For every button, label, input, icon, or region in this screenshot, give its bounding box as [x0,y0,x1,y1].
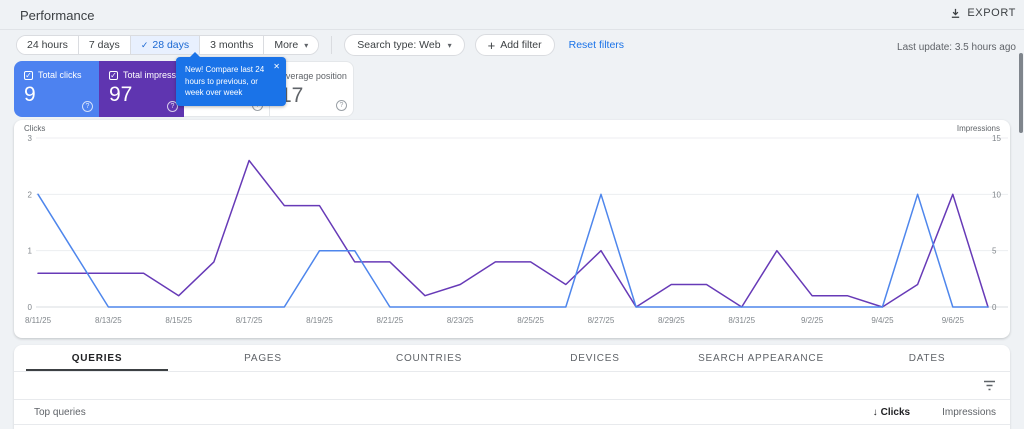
svg-text:15: 15 [992,134,1001,143]
svg-text:8/23/25: 8/23/25 [447,316,474,325]
svg-text:8/11/25: 8/11/25 [25,316,52,325]
dimensions-panel: QUERIES PAGES COUNTRIES DEVICES SEARCH APPEA… [14,345,1010,429]
tab-devices[interactable]: DEVICES [512,345,678,371]
svg-text:0: 0 [28,303,33,312]
svg-text:8/21/25: 8/21/25 [377,316,404,325]
svg-text:1: 1 [28,247,33,256]
date-range-label: 3 months [210,39,254,51]
page-title: Performance [20,8,95,23]
top-header: Performance EXPORT [0,0,1024,30]
search-type-label: Search type: Web [357,39,441,51]
tab-countries[interactable]: COUNTRIES [346,345,512,371]
export-label: EXPORT [967,7,1016,19]
card-total-clicks[interactable]: ✓ Total clicks 9? [14,61,99,117]
tab-queries[interactable]: QUERIES [14,345,180,371]
add-filter-label: Add filter [500,39,542,51]
checkbox-checked-icon[interactable]: ✓ [109,70,118,80]
card-label: Total clicks [38,70,82,80]
tooltip-text: New! Compare last 24 hours to previous, … [185,65,265,98]
add-filter-button[interactable]: + Add filter [474,34,555,56]
dimension-tabs: QUERIES PAGES COUNTRIES DEVICES SEARCH APPEA… [14,345,1010,372]
sort-descending-icon: ↓ [872,406,878,418]
date-range-label: More [274,39,299,51]
check-icon: ✓ [140,39,149,50]
svg-text:8/15/25: 8/15/25 [165,316,192,325]
top-queries-header: Top queries [34,406,86,418]
svg-text:10: 10 [992,190,1001,199]
tab-dates[interactable]: DATES [844,345,1010,371]
svg-text:2: 2 [28,190,33,199]
table-header-row: Top queries ↓ Clicks Impressions [14,399,1010,425]
svg-text:5: 5 [992,247,997,256]
checkbox-checked-icon[interactable]: ✓ [24,70,33,80]
date-range-24-hours[interactable]: 24 hours [17,36,79,54]
chevron-down-icon: ▾ [304,40,309,50]
svg-text:8/19/25: 8/19/25 [306,316,333,325]
svg-text:8/17/25: 8/17/25 [236,316,263,325]
svg-text:8/25/25: 8/25/25 [517,316,544,325]
svg-text:8/13/25: 8/13/25 [95,316,122,325]
tooltip-arrow [190,52,200,57]
card-value: 97 [109,83,133,106]
help-icon[interactable]: ? [336,100,347,111]
tab-pages[interactable]: PAGES [180,345,346,371]
search-type-selector[interactable]: Search type: Web ▾ [344,34,465,56]
date-range-label: 24 hours [27,39,68,51]
date-range-label: 7 days [88,39,120,51]
download-icon [952,8,960,18]
date-range-group: 24 hours 7 days ✓ 28 days 3 months More ▾ [16,35,320,55]
svg-text:0: 0 [992,303,997,312]
card-value: 9 [24,83,36,106]
date-range-3-months[interactable]: 3 months [200,36,265,54]
svg-text:9/4/25: 9/4/25 [871,316,894,325]
date-range-more[interactable]: More ▾ [264,36,319,54]
promo-tooltip: ✕ New! Compare last 24 hours to previous… [176,52,286,106]
filter-icon [984,380,995,391]
table-filter-row [14,372,1010,399]
date-range-label: 28 days [152,39,190,51]
svg-text:3: 3 [28,134,33,143]
series-line-impressions [37,159,989,308]
help-icon[interactable]: ? [82,101,93,112]
card-total-impressions[interactable]: ✓ Total impressions 97? [99,61,193,117]
card-label: Average position [280,71,347,81]
last-update-text: Last update: 3.5 hours ago [897,42,1016,53]
impressions-column-header[interactable]: Impressions [942,407,996,418]
chevron-down-icon: ▾ [447,40,452,50]
clicks-header-label: Clicks [880,406,911,418]
vertical-scrollbar[interactable] [1019,53,1023,133]
table-filter-button[interactable] [983,379,996,394]
plus-icon: + [487,37,496,53]
tab-search-appearance[interactable]: SEARCH APPEARANCE [678,345,844,371]
toolbar-divider [331,36,333,54]
svg-text:8/31/25: 8/31/25 [728,316,755,325]
reset-filters-button[interactable]: Reset filters [569,39,624,51]
clicks-column-header[interactable]: ↓ Clicks [873,407,910,418]
svg-text:8/29/25: 8/29/25 [658,316,685,325]
performance-chart[interactable]: 0 0 1 5 2 10 3 15 8/11/25 8/13/25 8/15/25 8/17/25 8/… [14,120,1010,338]
svg-text:9/2/25: 9/2/25 [801,316,824,325]
tooltip-close-icon[interactable]: ✕ [273,62,280,71]
date-range-7-days[interactable]: 7 days [78,36,131,54]
filter-toolbar: 24 hours 7 days ✓ 28 days 3 months More ▾ Sear… [0,30,1024,58]
svg-text:8/27/25: 8/27/25 [588,316,615,325]
performance-chart-panel: Clicks Impressions 0 0 1 5 2 10 3 15 8/11/25 8/13… [14,120,1010,338]
svg-text:9/6/25: 9/6/25 [942,316,965,325]
export-button[interactable]: EXPORT [950,7,1016,19]
